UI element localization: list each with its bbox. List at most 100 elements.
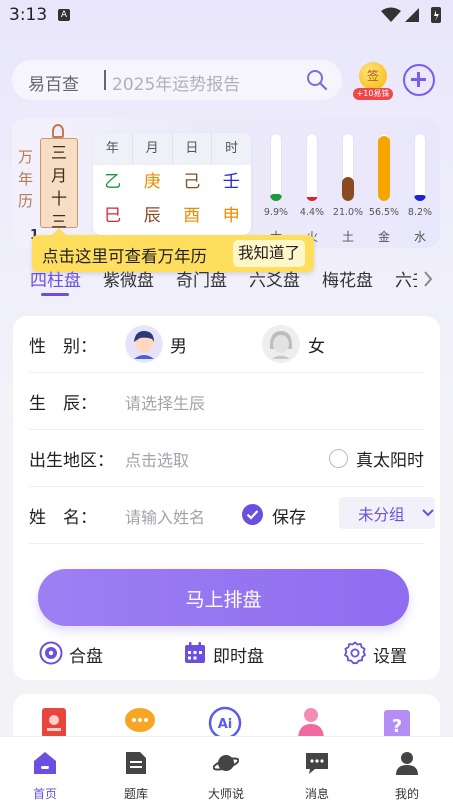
gender-row: 性 别： 男 女 [29,316,424,373]
sign-in-coin-icon: 签 [359,62,387,90]
tooltip-text: 点击这里可查看万年历 [42,247,207,266]
chat-bubble-icon[interactable] [123,706,157,736]
home-icon [34,752,56,774]
male-avatar-icon[interactable] [125,325,163,363]
document-icon [126,752,146,774]
tab-qimen[interactable]: 奇门盘 [176,266,227,291]
element-percent-metal: 56.5% [368,207,400,218]
lunar-month: 三月 [50,143,67,185]
element-name-water: 水 [413,230,426,244]
nav-master-talk-label: 大师说 [207,787,244,801]
tab-active-indicator [41,293,69,296]
female-avatar-icon[interactable] [262,325,300,363]
tab-ziwei[interactable]: 紫微盘 [103,266,154,291]
chevron-right-icon[interactable] [422,270,434,292]
status-time: 3:13 [9,5,48,25]
group-select[interactable]: 未分组 [339,497,435,529]
group-select-value: 未分组 [358,506,405,524]
bazi-stem-day: 己 [183,172,201,192]
merge-chart-icon [39,641,63,665]
bazi-header-hour: 时 [225,141,239,156]
nav-messages-label: 消息 [304,787,329,801]
settings-label: 设置 [373,647,407,667]
male-option[interactable]: 男 [170,332,187,357]
save-checkbox[interactable] [242,504,263,525]
element-fill-fire [306,197,318,201]
birth-place-field[interactable]: 点击选取 [125,447,189,471]
element-bar-wood [270,133,282,201]
bazi-header-day: 日 [173,133,213,165]
bazi-stem-hour: 壬 [222,172,240,192]
tab-meihua[interactable]: 梅花盘 [322,266,373,291]
name-input[interactable]: 请输入姓名 [125,504,205,528]
gender-label: 性 别： [29,337,97,357]
notification-icon: A [58,9,70,21]
solar-time-radio[interactable] [329,449,348,468]
birth-place-row[interactable]: 出生地区： 点击选取 真太阳时 [29,430,424,487]
element-bar-earth [342,133,354,201]
nav-home-label: 首页 [32,787,57,801]
nav-question-bank-label: 题库 [123,787,148,801]
settings-button[interactable]: 设置 [343,639,423,669]
planet-icon [213,755,239,771]
tab-sizhu[interactable]: 四柱盘 [30,266,81,291]
tab-liuren[interactable]: 六壬 [395,266,417,291]
birth-place-label: 出生地区： [29,451,114,471]
nav-master-talk[interactable]: 大师说 [191,737,261,805]
question-icon[interactable]: ? [382,706,412,740]
instant-chart-button[interactable]: 即时盘 [183,639,283,669]
svg-text:?: ? [392,716,402,737]
nav-home[interactable]: 首页 [10,737,80,805]
gear-icon [344,641,366,665]
element-fill-metal [378,136,390,201]
nav-question-bank[interactable]: 题库 [101,737,171,805]
lunar-date-scroll[interactable]: 三月 十三 [40,138,78,231]
tooltip-dismiss-button[interactable]: 我知道了 [233,240,306,267]
brand-name: 易百查 [28,75,79,95]
submit-chart-button[interactable]: 马上排盘 [38,569,409,626]
tab-liuyao[interactable]: 六爻盘 [249,266,300,291]
search-placeholder[interactable]: 2025年运势报告 [112,70,240,95]
five-elements-chart: 9.9% 4.4% 21.0% 56.5% 8.2% 木 火 土 金 水 [262,133,438,244]
calendar-icon [185,642,205,663]
sign-in-button[interactable]: 签 +10易铢 [353,62,393,102]
solar-time-label[interactable]: 真太阳时 [356,446,424,471]
add-icon[interactable] [403,64,435,96]
signal-icon [405,8,419,22]
book-icon[interactable] [40,706,68,740]
ai-icon[interactable]: Ai [208,706,242,740]
search-icon[interactable] [306,69,328,95]
merge-chart-button[interactable]: 合盘 [39,639,119,669]
nav-messages[interactable]: 消息 [282,737,352,805]
save-label[interactable]: 保存 [272,503,306,528]
search-divider [104,70,106,90]
element-name-earth: 土 [341,230,354,244]
element-percent-fire: 4.4% [299,207,325,218]
element-percent-water: 8.2% [407,207,433,218]
submit-label: 马上排盘 [185,589,262,611]
nav-profile[interactable]: 我的 [372,737,442,805]
system-icons [379,6,445,28]
element-percent-earth: 21.0% [332,207,364,218]
birth-time-field[interactable]: 请选择生辰 [125,390,205,414]
bazi-stem-year: 乙 [104,172,122,192]
bazi-branch-month: 辰 [143,206,161,226]
name-label: 姓 名： [29,508,97,528]
bottom-navigation: 首页 题库 大师说 消息 我的 [0,736,453,805]
master-icon[interactable] [296,706,326,740]
element-bar-water [414,133,426,201]
element-fill-wood [270,194,282,201]
birth-time-label: 生 辰： [29,394,97,414]
female-option[interactable]: 女 [308,332,325,357]
message-icon [306,753,328,774]
search-bar[interactable]: 易百查 2025年运势报告 [12,60,342,100]
chart-input-form: 性 别： 男 女 生 辰： 请选择生辰 出生地区： 点击选取 真太阳时 姓 名：… [13,316,440,680]
calendar-vertical-title: 万年历 [18,148,34,210]
lunar-day: 十三 [50,189,67,231]
element-name-metal: 金 [377,230,390,244]
svg-text:Ai: Ai [218,717,233,732]
bazi-header-month: 月 [133,133,173,165]
element-fill-earth [342,177,354,201]
instant-chart-label: 即时盘 [213,647,264,667]
birth-time-row[interactable]: 生 辰： 请选择生辰 [29,373,424,430]
